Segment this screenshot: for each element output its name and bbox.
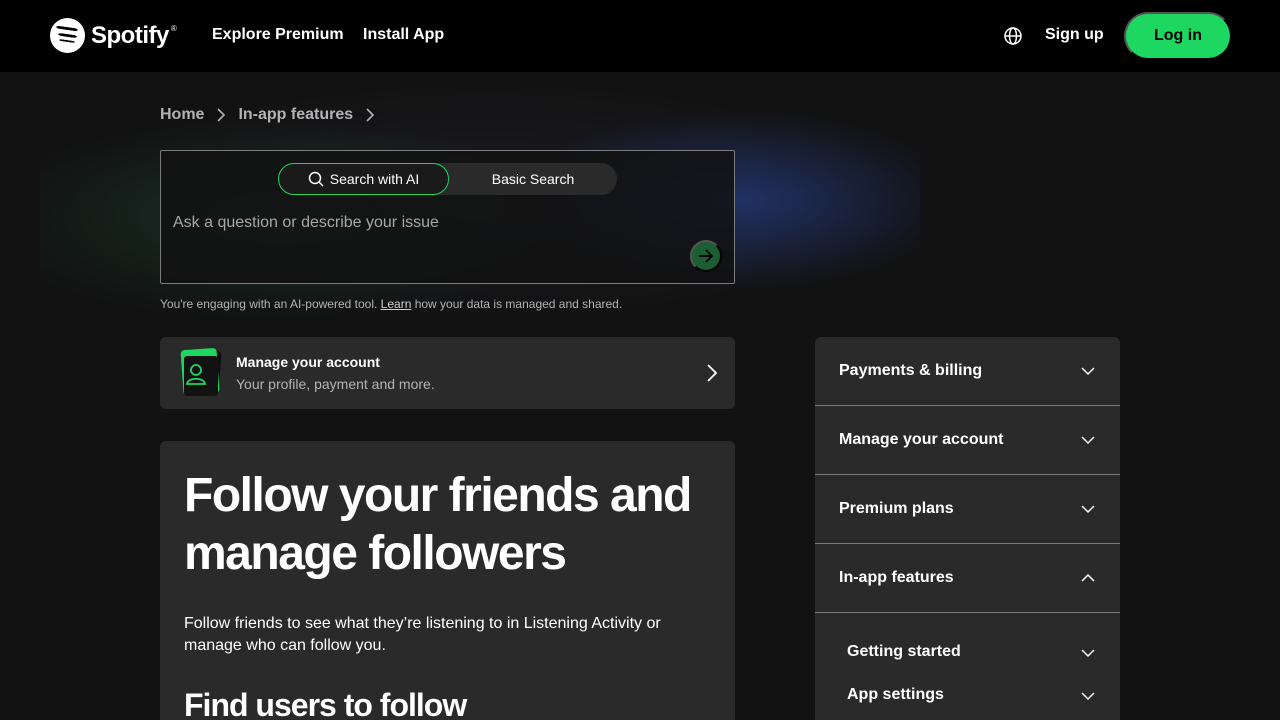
breadcrumb-home[interactable]: Home [160,106,204,124]
search-mode-toggle: Search with AI Basic Search [278,163,617,195]
sidebar-item-label: Payments & billing [839,362,983,379]
ai-disclaimer: You're engaging with an AI-powered tool.… [160,297,622,311]
chevron-right-icon [707,364,718,382]
sidebar-item-payments-billing[interactable]: Payments & billing [815,337,1120,406]
chevron-down-icon [1081,436,1095,445]
spotify-logo[interactable]: Spotify ® [50,18,177,53]
sidebar-subitem-getting-started[interactable]: Getting started [815,635,1120,675]
account-card-subtitle: Your profile, payment and more. [236,376,435,392]
sidebar-item-manage-account[interactable]: Manage your account [815,406,1120,475]
globe-icon[interactable] [1003,26,1023,46]
search-icon [308,171,324,187]
arrow-right-icon [699,249,714,263]
signup-link[interactable]: Sign up [1045,26,1104,44]
nav-install-app[interactable]: Install App [363,26,444,44]
submit-button[interactable] [690,240,722,272]
chevron-down-icon [1081,692,1095,701]
tab-basic-search-label: Basic Search [491,171,575,187]
chevron-up-icon [1081,573,1095,582]
search-input[interactable] [173,211,673,235]
search-panel: Search with AI Basic Search [160,150,735,284]
tab-basic-search[interactable]: Basic Search [449,163,617,195]
registered-mark: ® [170,24,177,33]
tab-search-with-ai-label: Search with AI [329,171,420,187]
disclaimer-text-after: how your data is managed and shared. [411,297,623,311]
chevron-right-icon [217,108,226,122]
section-heading: Find users to follow [184,687,467,720]
sidebar-item-premium-plans[interactable]: Premium plans [815,475,1120,544]
sidebar-subitem-app-settings[interactable]: App settings [815,678,1120,718]
sidebar-item-label: In-app features [839,569,954,586]
sidebar-subitem-label: App settings [847,686,944,703]
chevron-down-icon [1081,649,1095,658]
sidebar-subitem-label: Getting started [847,643,961,660]
spotify-logo-icon [50,18,85,53]
learn-link[interactable]: Learn [381,297,412,311]
nav-explore-premium[interactable]: Explore Premium [212,26,344,44]
topics-sidebar: Payments & billing Manage your account P… [815,337,1120,720]
top-navigation-bar: Spotify ® Explore Premium Install App Si… [0,0,1280,72]
sidebar-item-label: Premium plans [839,500,954,517]
article-title: Follow your friends and manage followers [184,469,692,580]
chevron-down-icon [1081,505,1095,514]
manage-account-card[interactable]: Manage your account Your profile, paymen… [160,337,735,409]
login-button[interactable]: Log in [1124,12,1232,60]
breadcrumb: Home In-app features [160,106,377,124]
chevron-right-icon [366,108,375,122]
article-intro: Follow friends to see what they’re liste… [184,615,661,654]
sidebar-item-label: Manage your account [839,431,1004,448]
account-card-title: Manage your account [236,354,380,370]
sidebar-item-in-app-features[interactable]: In-app features [815,544,1120,613]
tab-search-with-ai[interactable]: Search with AI [278,163,449,195]
account-icon [180,348,222,396]
breadcrumb-in-app-features[interactable]: In-app features [238,106,353,124]
chevron-down-icon [1081,367,1095,376]
logo-wordmark: Spotify [91,21,169,49]
article-card: Follow your friends and manage followers… [160,441,735,720]
disclaimer-text-before: You're engaging with an AI-powered tool. [160,297,381,311]
